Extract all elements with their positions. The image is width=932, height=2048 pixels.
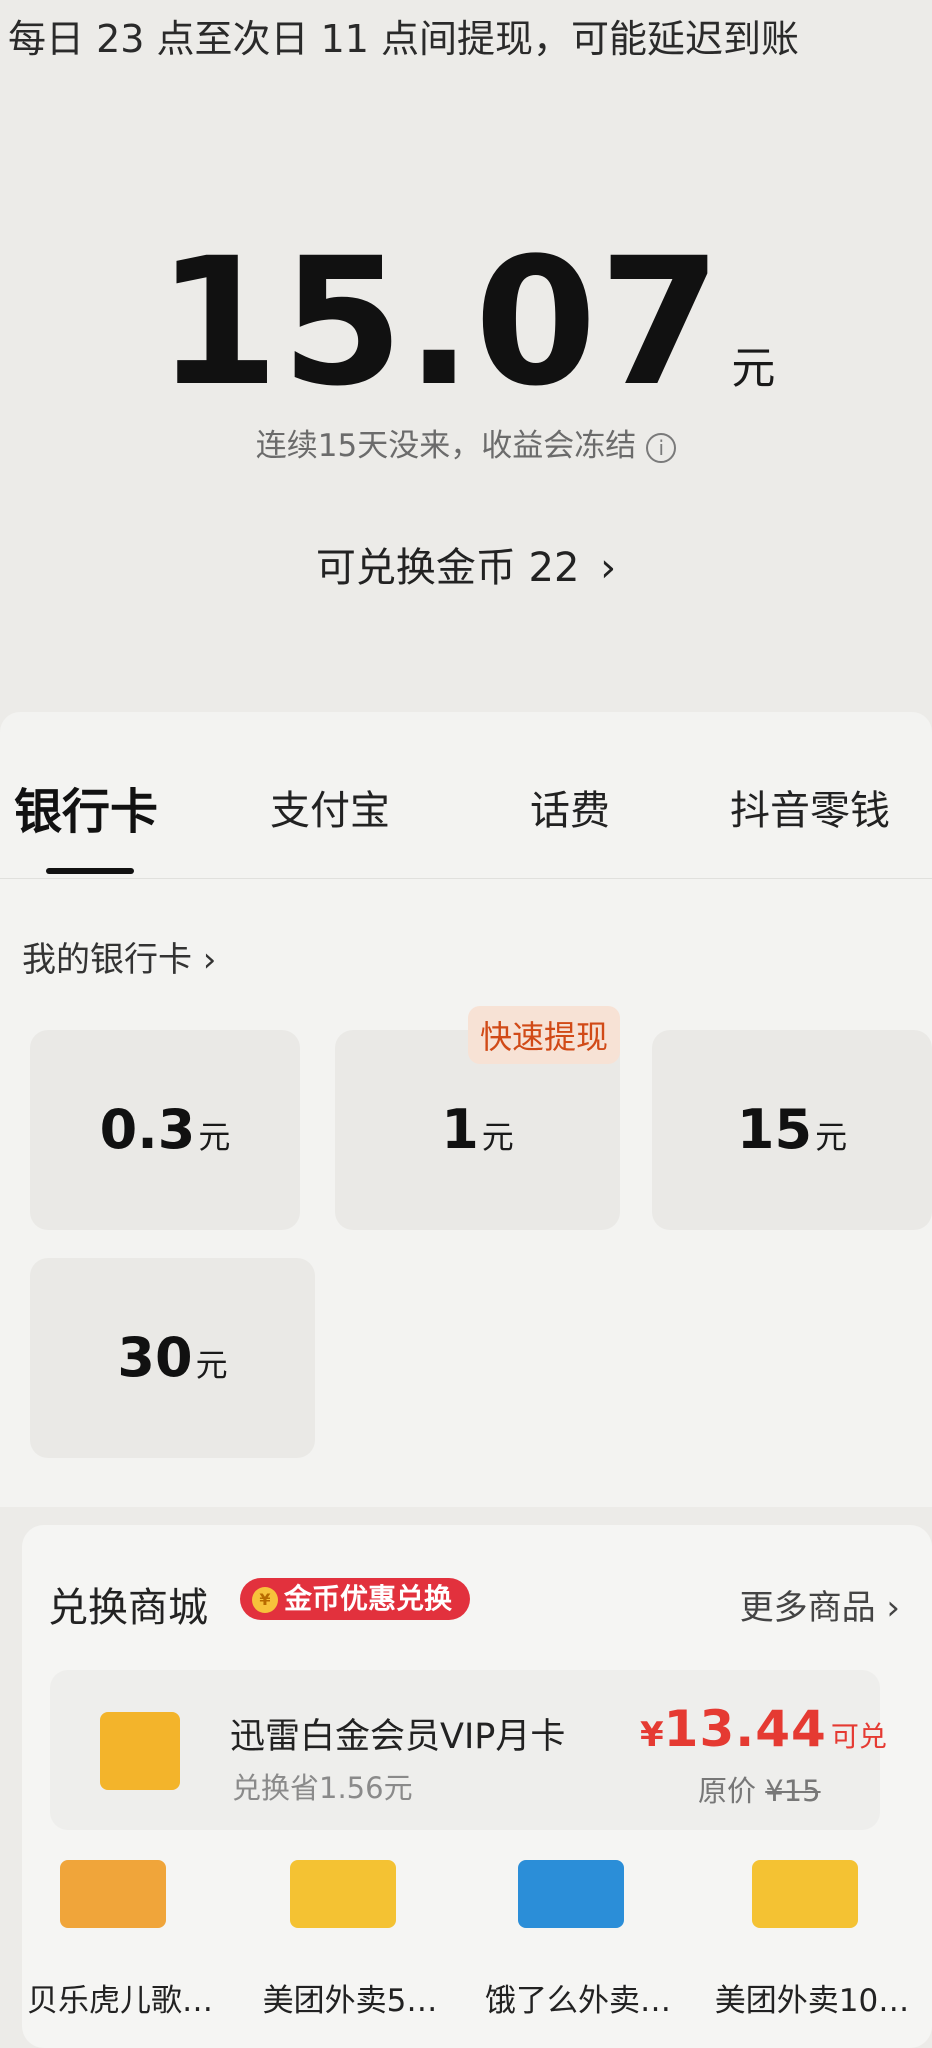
product-name: 美团外卖5…	[262, 1983, 438, 2019]
option-unit: 元	[815, 1118, 848, 1156]
original-price-value: ¥15	[765, 1774, 821, 1808]
my-bank-cards-link[interactable]: 我的银行卡 ›	[22, 932, 216, 981]
withdraw-notice: 每日 23 点至次日 11 点间提现，可能延迟到账	[8, 17, 800, 61]
coin-discount-badge: ¥ 金币优惠兑换	[240, 1578, 471, 1620]
product-name: 贝乐虎儿歌…	[27, 1983, 213, 2019]
fast-withdraw-badge: 快速提现	[468, 1006, 621, 1064]
original-price-label: 原价	[698, 1774, 757, 1808]
option-unit: 元	[195, 1346, 228, 1384]
product-name: 美团外卖10…	[714, 1983, 910, 2019]
store-title: 兑换商城	[48, 1585, 208, 1631]
amount-option-0.3[interactable]: 0.3元	[30, 1030, 300, 1230]
price-label: 可兑	[830, 1720, 887, 1753]
featured-product-name: 迅雷白金会员VIP月卡	[230, 1717, 566, 1757]
coins-label: 可兑换金币 22	[315, 545, 580, 591]
option-value: 15	[736, 1098, 813, 1161]
product-card-image	[100, 1712, 180, 1790]
amount-option-15[interactable]: 15元	[652, 1030, 932, 1230]
active-tab-indicator	[46, 868, 134, 874]
balance-unit: 元	[731, 343, 776, 394]
coins-link[interactable]: 可兑换金币 22 ›	[0, 535, 932, 593]
balance: 15.07 元	[0, 235, 932, 411]
featured-product-saving: 兑换省1.56元	[232, 1771, 413, 1805]
option-value: 0.3	[99, 1098, 196, 1161]
option-unit: 元	[198, 1118, 231, 1156]
price-currency: ¥	[640, 1715, 664, 1755]
featured-original-price: 原价 ¥15	[698, 1768, 821, 1810]
featured-product-price: ¥13.44 可兑	[640, 1700, 887, 1758]
info-icon[interactable]: i	[646, 432, 677, 463]
tab-phone-bill[interactable]: 话费	[530, 778, 610, 836]
product-name: 饿了么外卖…	[485, 1983, 671, 2019]
withdraw-tabs: 银行卡 支付宝 话费 抖音零钱	[0, 772, 932, 842]
product-image	[752, 1860, 858, 1928]
product-image	[290, 1860, 396, 1928]
more-products-link[interactable]: 更多商品 ›	[740, 1580, 900, 1629]
amount-option-30[interactable]: 30元	[30, 1258, 315, 1458]
freeze-warning: 连续15天没来，收益会冻结 i	[0, 420, 932, 465]
tab-douyin-wallet[interactable]: 抖音零钱	[730, 778, 890, 836]
price-amount: 13.44	[663, 1700, 827, 1758]
balance-amount: 15.07	[156, 220, 724, 425]
coin-discount-label: 金币优惠兑换	[284, 1582, 453, 1615]
coin-icon: ¥	[252, 1587, 278, 1613]
product-image	[518, 1860, 624, 1928]
tab-bank-card[interactable]: 银行卡	[14, 772, 158, 842]
option-value: 30	[117, 1326, 193, 1389]
freeze-warning-text: 连续15天没来，收益会冻结	[255, 428, 637, 464]
tab-divider	[0, 878, 932, 879]
product-image	[60, 1860, 166, 1928]
option-unit: 元	[481, 1118, 514, 1156]
tab-alipay[interactable]: 支付宝	[270, 778, 390, 836]
chevron-right-icon: ›	[600, 545, 617, 591]
option-value: 1	[441, 1098, 479, 1161]
